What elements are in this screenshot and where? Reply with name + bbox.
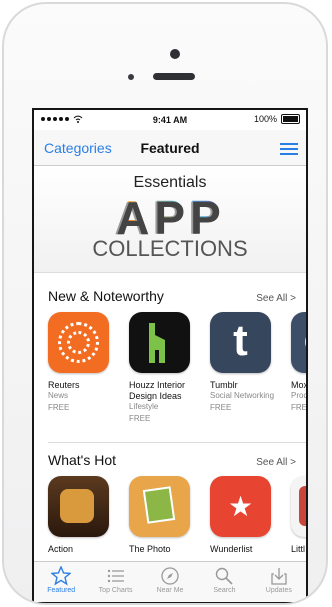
app-category: Social Networking	[210, 391, 275, 400]
banner-subheadline: COLLECTIONS	[92, 236, 248, 261]
reuters-icon	[48, 312, 109, 373]
see-all-link[interactable]: See All >	[256, 457, 296, 468]
new-noteworthy-header: New & Noteworthy See All >	[48, 288, 296, 304]
app-name: Mox Bind	[291, 380, 308, 390]
whats-hot-apps: Action The Photo ★ Wunderlist Littl	[48, 476, 306, 555]
tab-bar: Featured Top Charts Near Me Search Updat…	[34, 561, 306, 602]
tumblr-icon: t	[210, 312, 271, 373]
houzz-icon	[129, 312, 190, 373]
tab-updates[interactable]: Updates	[252, 562, 306, 602]
status-right: 100%	[254, 114, 300, 124]
app-category: Prod	[291, 391, 308, 400]
section-title: What's Hot	[48, 452, 117, 468]
app-store-screen: 9:41 AM 100% Categories Featured Essenti…	[32, 108, 308, 603]
app-price: FREE	[210, 403, 232, 412]
app-item-wunderlist[interactable]: ★ Wunderlist	[210, 476, 275, 555]
app-name: The Photo	[129, 544, 171, 554]
app-name: Tumblr	[210, 380, 238, 390]
tab-near-me[interactable]: Near Me	[143, 562, 197, 602]
tab-label: Near Me	[156, 587, 184, 594]
front-camera	[128, 74, 134, 80]
app-item-action[interactable]: Action	[48, 476, 113, 555]
see-all-link[interactable]: See All >	[256, 293, 296, 304]
tab-label: Featured	[47, 587, 76, 594]
app-name: Action	[48, 544, 74, 554]
banner-kicker: Essentials	[133, 174, 207, 191]
app-item-houzz[interactable]: Houzz Interior Design Ideas Lifestyle FR…	[129, 312, 194, 424]
earpiece-speaker	[153, 73, 195, 80]
app-price: FREE	[291, 403, 307, 412]
wishlist-menu-icon[interactable]	[280, 143, 298, 158]
search-icon	[216, 567, 233, 585]
list-icon	[107, 569, 124, 583]
wunderlist-icon: ★	[210, 476, 271, 537]
app-item-reuters[interactable]: Reuters News FREE	[48, 312, 113, 424]
tab-label: Updates	[265, 587, 292, 594]
action-movie-icon	[48, 476, 109, 537]
app-name: Littl	[291, 544, 306, 554]
app-item-mox-bind[interactable]: Mox Bind Prod FREE	[291, 312, 308, 424]
iphone-frame: 9:41 AM 100% Categories Featured Essenti…	[2, 2, 328, 605]
battery-percent: 100%	[253, 114, 277, 124]
compass-icon	[161, 567, 179, 585]
little-app-icon	[291, 476, 306, 537]
download-icon	[271, 568, 287, 585]
photo-app-icon	[129, 476, 190, 537]
tab-search[interactable]: Search	[197, 562, 251, 602]
app-item-photo[interactable]: The Photo	[129, 476, 194, 555]
star-icon	[51, 566, 72, 586]
battery-icon	[281, 114, 300, 124]
section-divider	[48, 442, 306, 443]
camera-sensor	[170, 49, 180, 59]
app-item-little[interactable]: Littl	[291, 476, 306, 555]
tab-label: Search	[213, 587, 236, 594]
new-noteworthy-apps: Reuters News FREE Houzz Interior Design …	[48, 312, 308, 424]
app-item-tumblr[interactable]: t Tumblr Social Networking FREE	[210, 312, 275, 424]
app-name: Houzz Interior Design Ideas	[129, 380, 186, 401]
banner-headline: APP	[115, 191, 225, 243]
app-name: Wunderlist	[210, 544, 253, 554]
app-price: FREE	[48, 403, 70, 412]
mox-bind-icon	[291, 312, 306, 373]
app-name: Reuters	[48, 380, 80, 390]
whats-hot-header: What's Hot See All >	[48, 452, 296, 468]
navigation-bar: Categories Featured	[34, 130, 306, 166]
section-title: New & Noteworthy	[48, 288, 164, 304]
app-category: News	[48, 391, 69, 400]
page-title: Featured	[140, 140, 200, 156]
app-price: FREE	[129, 414, 151, 423]
tab-label: Top Charts	[98, 587, 133, 594]
tab-featured[interactable]: Featured	[34, 562, 88, 602]
featured-banner[interactable]: Essentials APP COLLECTIONS	[34, 166, 306, 273]
tab-top-charts[interactable]: Top Charts	[88, 562, 142, 602]
app-category: Lifestyle	[129, 402, 159, 411]
status-bar: 9:41 AM 100%	[34, 110, 306, 130]
